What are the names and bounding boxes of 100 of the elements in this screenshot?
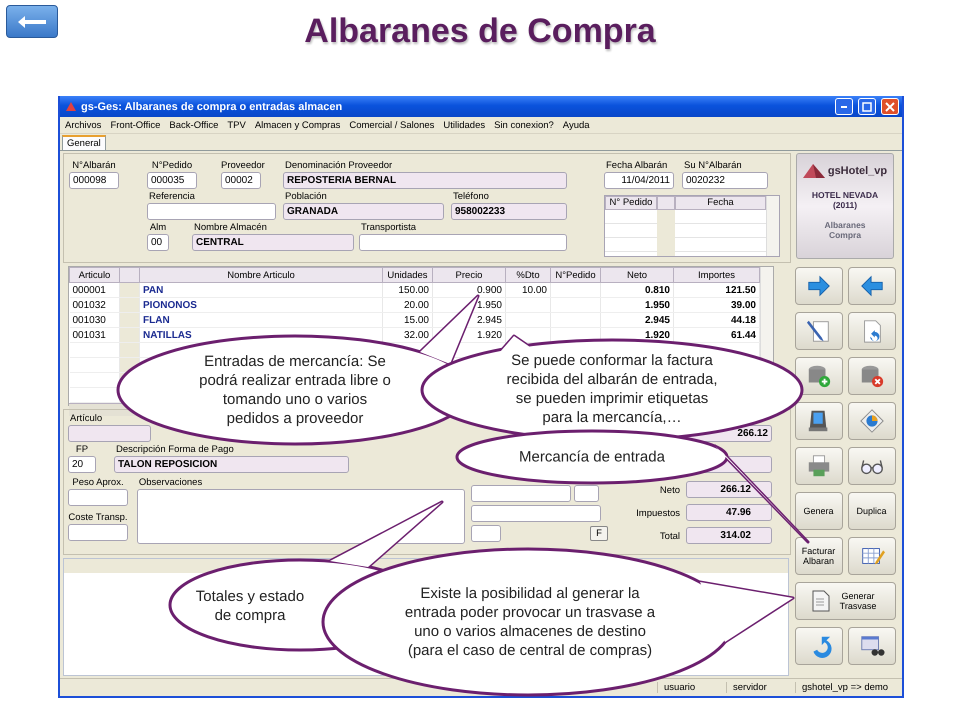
logo-text: gsHotel_vp [828, 165, 888, 177]
input-field[interactable]: 00 [147, 234, 169, 251]
menu-item[interactable]: Utilidades [443, 120, 486, 130]
input-field[interactable]: 000035 [147, 172, 197, 189]
table-cell: 1.950 [600, 298, 674, 312]
menu-item[interactable]: Ayuda [562, 120, 590, 130]
field-label: Referencia [148, 191, 196, 203]
input-field[interactable]: 00002 [221, 172, 261, 189]
input-field[interactable] [470, 525, 501, 542]
print-button[interactable] [794, 447, 842, 485]
table-cell: FLAN [140, 312, 382, 328]
document-icon [812, 590, 830, 612]
input-field[interactable]: 266.12 [686, 481, 772, 498]
view-button[interactable] [848, 447, 896, 485]
scrollbar[interactable] [766, 196, 779, 256]
input-field[interactable] [68, 425, 151, 442]
table-edit-button[interactable] [848, 537, 896, 575]
column-header: Importes [674, 268, 760, 282]
field-label: Observaciones [138, 477, 204, 489]
input-field[interactable]: TALON REPOSICION [114, 456, 349, 473]
input-field[interactable]: 47.96 [686, 504, 772, 521]
field-label: Transportista [360, 222, 418, 234]
input-field[interactable] [359, 234, 567, 251]
field-label: FP [74, 444, 90, 456]
field-label: Alm [148, 222, 168, 234]
input-field[interactable]: GRANADA [283, 203, 444, 220]
genera-button[interactable]: Genera [794, 492, 842, 530]
revert-button[interactable] [848, 312, 896, 350]
column-header: Unidades [382, 268, 432, 282]
input-field[interactable] [147, 203, 276, 220]
previous-button[interactable] [848, 267, 896, 305]
input-field[interactable]: 20 [68, 456, 96, 473]
callout-text: Totales y estado de compra [194, 587, 306, 625]
maximize-icon [862, 102, 872, 112]
transfer-button[interactable]: Generar Trasvase [794, 582, 896, 620]
invoice-button[interactable]: Facturar Albaran [794, 537, 842, 575]
search-button[interactable] [848, 627, 896, 665]
callout-text: Se puede conformar la factura recibida del albarán de entrada, se pueden imprimir etiquetas para la mercancía,… [506, 351, 718, 427]
menu-item[interactable]: Front-Office [110, 120, 160, 130]
input-field[interactable]: 000098 [69, 172, 119, 189]
field-label: Denominación Proveedor [284, 160, 394, 172]
input-field[interactable]: 0020232 [682, 172, 768, 189]
field-label: Impuestos [635, 508, 681, 520]
table-cell: 10.00 [522, 284, 547, 296]
table-cell: 2.945 [600, 312, 674, 328]
input-field[interactable]: CENTRAL [192, 234, 354, 251]
input-field[interactable] [470, 505, 601, 522]
table-cell: 44.18 [674, 312, 760, 328]
pyramid-logo-icon [802, 164, 825, 178]
window-title: gs-Ges: Albaranes de compra o entradas almacen [81, 100, 344, 112]
menu-item[interactable]: Almacen y Compras [254, 120, 340, 130]
menu-item[interactable]: Back-Office [169, 120, 218, 130]
arrow-left-icon [858, 273, 884, 299]
field-label: Nombre Almacén [193, 222, 268, 234]
maximize-button[interactable] [858, 98, 876, 115]
column-header: N° Pedido [605, 196, 657, 210]
menu-item[interactable]: Archivos [65, 120, 102, 130]
column-header: Articulo [70, 268, 120, 282]
back-button[interactable] [6, 5, 58, 38]
status-text: gshotel_vp => demo [795, 682, 902, 693]
input-field[interactable]: 11/04/2011 [604, 172, 674, 189]
menu-item[interactable]: Comercial / Salones [349, 120, 434, 130]
field-label: Artículo [69, 413, 104, 425]
column-header: Neto [600, 268, 674, 282]
input-field[interactable]: REPOSTERIA BERNAL [283, 172, 567, 189]
edit-button[interactable] [794, 312, 842, 350]
input-field[interactable] [470, 485, 571, 502]
input-field[interactable] [574, 485, 599, 502]
chart-button[interactable] [848, 402, 896, 440]
tab[interactable]: General [62, 135, 106, 150]
f-button[interactable]: F [590, 526, 608, 541]
column-header: N°Pedido [550, 268, 600, 282]
table-cell: 39.00 [674, 298, 760, 312]
duplica-button[interactable]: Duplica [848, 492, 896, 530]
device-button[interactable] [794, 402, 842, 440]
status-text: usuario [657, 682, 726, 693]
field-label: N°Albarán [71, 160, 117, 172]
input-field[interactable]: 314.02 [686, 527, 772, 544]
column-header [657, 196, 675, 210]
input-field[interactable] [68, 489, 128, 506]
undo-button[interactable] [794, 627, 842, 665]
input-field[interactable] [68, 524, 128, 541]
table-cell: 121.50 [674, 282, 760, 298]
close-button[interactable] [881, 98, 899, 115]
delete-button[interactable] [848, 357, 896, 395]
minimize-icon [841, 106, 847, 108]
column-header: Nombre Articulo [140, 268, 382, 282]
hotel-year: (2011) [832, 200, 858, 210]
field-label: Total [658, 530, 681, 542]
callout-text: Entradas de mercancía: Se podrá realizar entrada libre o tomando uno o varios pedidos a proveedor [198, 352, 392, 428]
menu-item[interactable]: Sin conexion? [494, 120, 554, 130]
menu-item[interactable]: TPV [227, 120, 246, 130]
close-icon [885, 102, 895, 112]
input-field[interactable]: 958002233 [451, 203, 567, 220]
minimize-button[interactable] [835, 98, 853, 115]
next-button[interactable] [794, 267, 842, 305]
table-cell: 0.810 [600, 282, 674, 298]
field-label: Población [284, 191, 328, 203]
add-button[interactable] [794, 357, 842, 395]
field-label: Fecha Albarán [605, 160, 668, 172]
